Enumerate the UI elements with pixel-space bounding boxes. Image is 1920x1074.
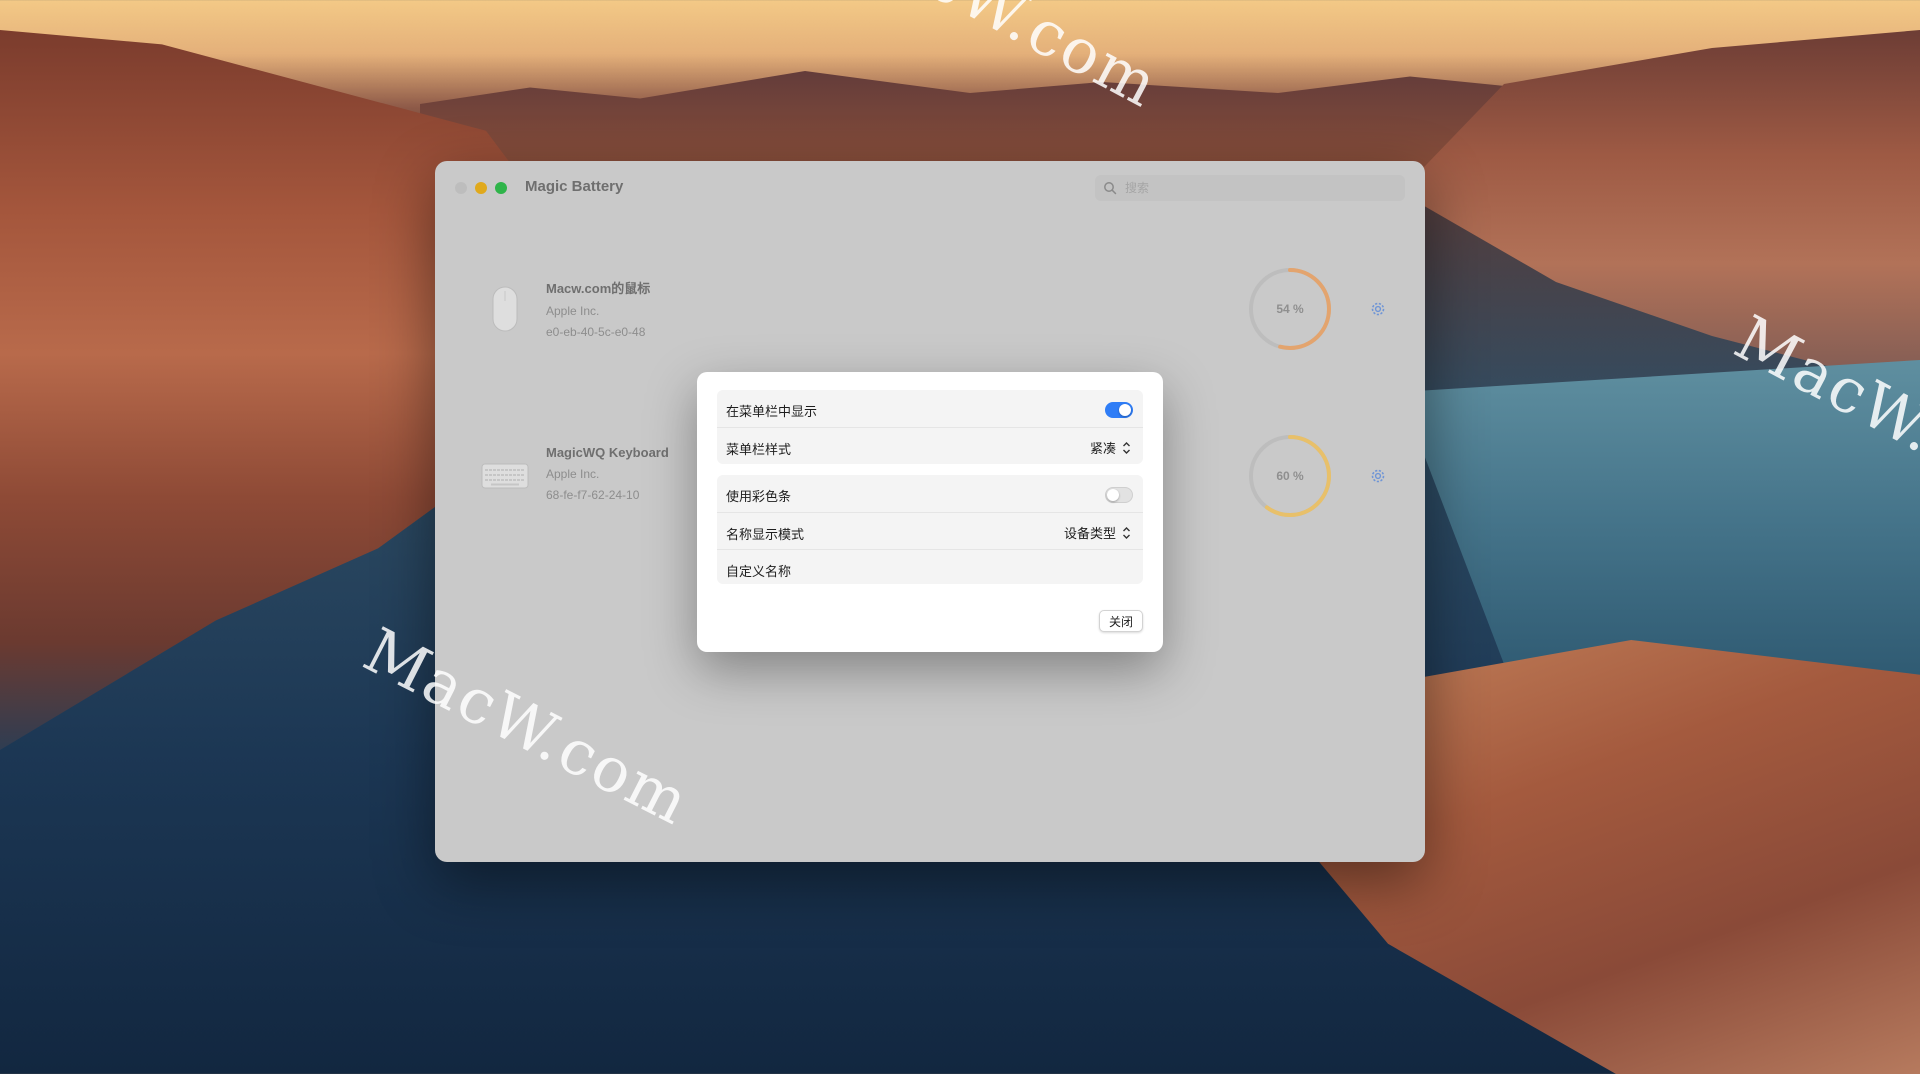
chevron-up-down-icon bbox=[1123, 526, 1130, 539]
close-window-button[interactable] bbox=[455, 182, 467, 194]
use-color-bar-row: 使用彩色条 bbox=[717, 475, 1143, 512]
toggle-knob bbox=[1107, 489, 1119, 501]
search-field[interactable] bbox=[1095, 175, 1405, 201]
use-color-bar-toggle[interactable] bbox=[1105, 487, 1133, 503]
name-display-mode-value: 设备类型 bbox=[1063, 526, 1116, 541]
name-display-mode-row: 名称显示模式 设备类型 bbox=[717, 512, 1143, 549]
close-button[interactable]: 关闭 bbox=[1098, 610, 1143, 632]
show-in-menubar-toggle[interactable] bbox=[1105, 402, 1133, 418]
show-in-menubar-label: 在菜单栏中显示 bbox=[726, 404, 818, 419]
mouse-icon bbox=[475, 279, 535, 339]
name-display-mode-popup[interactable]: 设备类型 bbox=[1064, 523, 1131, 542]
use-color-bar-label: 使用彩色条 bbox=[726, 489, 792, 504]
device-name: Macw.com的鼠标 bbox=[546, 281, 651, 296]
keyboard-icon bbox=[475, 446, 535, 506]
name-display-mode-label: 名称显示模式 bbox=[726, 527, 805, 542]
device-info: Macw.com的鼠标 Apple Inc. e0-eb-40-5c-e0-48 bbox=[546, 278, 650, 346]
menubar-style-label: 菜单栏样式 bbox=[726, 442, 792, 457]
device-vendor: Apple Inc. bbox=[546, 304, 600, 318]
search-icon bbox=[1104, 182, 1117, 195]
battery-ring: 54 % bbox=[1247, 266, 1333, 352]
show-in-menubar-row: 在菜单栏中显示 bbox=[717, 390, 1143, 427]
desktop-cliff-top bbox=[420, 71, 1520, 170]
battery-percentage: 54 % bbox=[1276, 302, 1304, 316]
title-bar: Magic Battery bbox=[435, 161, 1425, 213]
device-mac-address: e0-eb-40-5c-e0-48 bbox=[546, 325, 646, 339]
menubar-style-popup[interactable]: 紧凑 bbox=[1090, 438, 1131, 457]
device-row-mouse[interactable]: Macw.com的鼠标 Apple Inc. e0-eb-40-5c-e0-48… bbox=[435, 249, 1425, 369]
chevron-up-down-icon bbox=[1123, 441, 1130, 454]
menubar-style-row: 菜单栏样式 紧凑 bbox=[717, 427, 1143, 464]
battery-percentage: 60 % bbox=[1276, 469, 1304, 483]
custom-name-label: 自定义名称 bbox=[726, 564, 792, 579]
settings-group-menubar: 在菜单栏中显示 菜单栏样式 紧凑 bbox=[717, 390, 1143, 464]
device-vendor: Apple Inc. bbox=[546, 467, 600, 481]
zoom-window-button[interactable] bbox=[495, 182, 507, 194]
device-settings-sheet: 在菜单栏中显示 菜单栏样式 紧凑 使用彩色条 名称显示模式 设备类型 自定义名称… bbox=[697, 372, 1163, 652]
device-info: MagicWQ Keyboard Apple Inc. 68-fe-f7-62-… bbox=[546, 445, 669, 509]
gear-icon[interactable] bbox=[1369, 467, 1387, 485]
window-title: Magic Battery bbox=[525, 178, 624, 195]
battery-ring: 60 % bbox=[1247, 433, 1333, 519]
settings-group-display: 使用彩色条 名称显示模式 设备类型 自定义名称 bbox=[717, 475, 1143, 584]
menubar-style-value: 紧凑 bbox=[1089, 441, 1116, 456]
toggle-knob bbox=[1119, 404, 1131, 416]
minimize-window-button[interactable] bbox=[475, 182, 487, 194]
device-name: MagicWQ Keyboard bbox=[546, 445, 669, 460]
window-controls bbox=[455, 182, 507, 194]
search-input[interactable] bbox=[1123, 180, 1387, 196]
custom-name-row[interactable]: 自定义名称 bbox=[717, 549, 1143, 586]
device-mac-address: 68-fe-f7-62-24-10 bbox=[546, 488, 640, 502]
gear-icon[interactable] bbox=[1369, 300, 1387, 318]
